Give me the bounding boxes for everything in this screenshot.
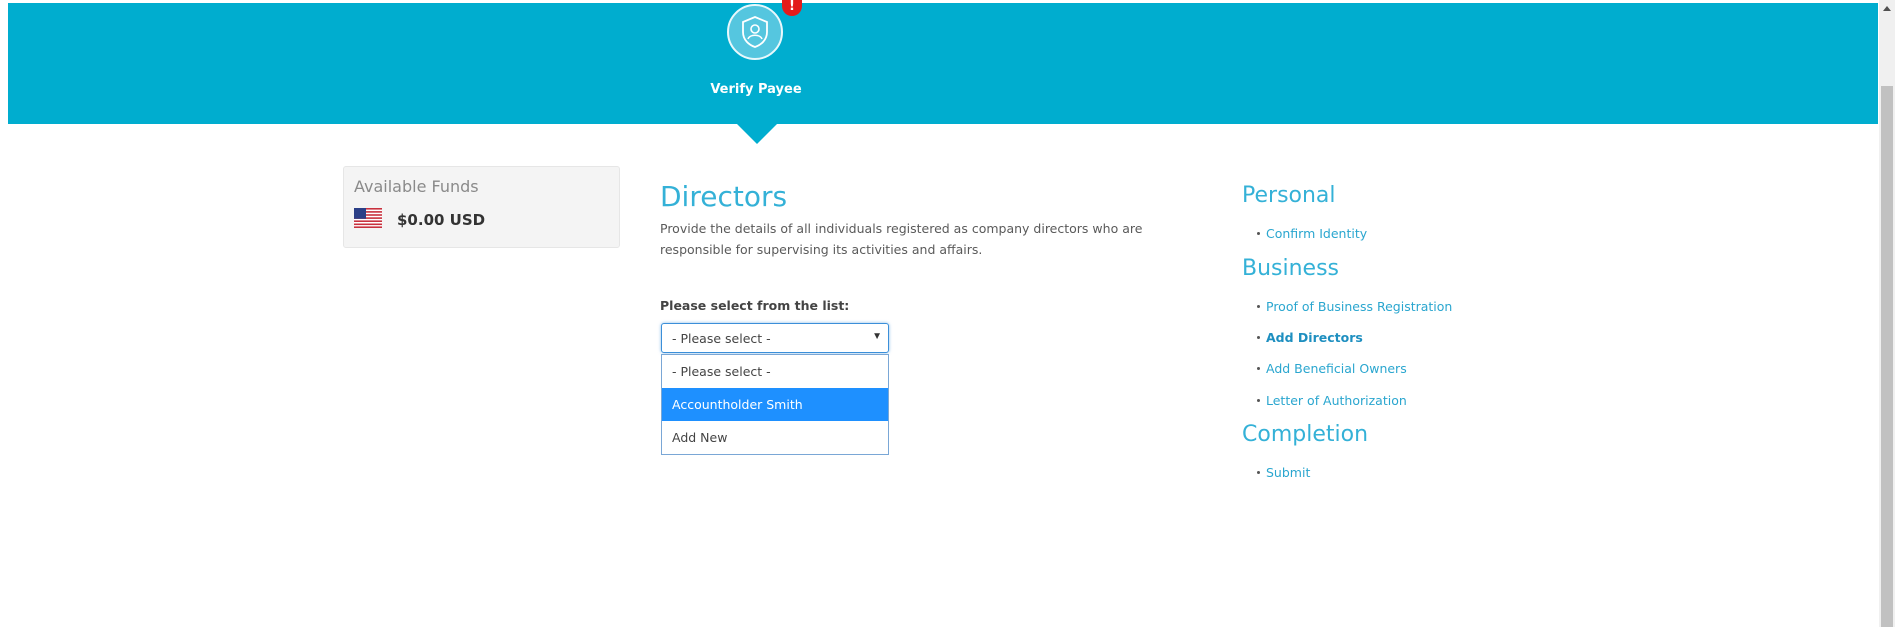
chevron-down-icon: ▼ <box>872 331 882 342</box>
section-title-personal: Personal <box>1242 183 1336 208</box>
select-current-value: - Please select - <box>672 331 771 346</box>
section-title-business: Business <box>1242 256 1340 281</box>
us-flag-icon <box>354 208 382 228</box>
dropdown-option-placeholder[interactable]: - Please select - <box>662 355 888 388</box>
section-title-completion: Completion <box>1242 422 1369 447</box>
nav-link-submit[interactable]: Submit <box>1266 465 1310 480</box>
banner-pointer <box>737 124 777 144</box>
bullet <box>1257 399 1260 402</box>
page-description: Provide the details of all individuals r… <box>660 221 1143 257</box>
nav-link-confirm-identity[interactable]: Confirm Identity <box>1266 226 1367 241</box>
funds-title: Available Funds <box>354 177 479 196</box>
bullet <box>1257 305 1260 308</box>
available-funds-card: Available Funds $0.00 USD <box>343 166 620 248</box>
shield-user-icon <box>742 16 768 48</box>
vertical-scrollbar[interactable] <box>1879 0 1895 627</box>
select-label: Please select from the list: <box>660 298 850 313</box>
bullet <box>1257 367 1260 370</box>
step-label: Verify Payee <box>710 82 802 97</box>
nav-link-proof-of-business-registration[interactable]: Proof of Business Registration <box>1266 299 1452 314</box>
nav-link-letter-of-authorization[interactable]: Letter of Authorization <box>1266 393 1407 408</box>
funds-amount: $0.00 USD <box>397 211 486 229</box>
dropdown-option-accountholder-smith[interactable]: Accountholder Smith <box>662 388 888 421</box>
bullet <box>1257 471 1260 474</box>
scrollbar-thumb[interactable] <box>1881 86 1893 627</box>
nav-link-add-directors[interactable]: Add Directors <box>1266 330 1363 345</box>
header-banner <box>8 3 1878 124</box>
director-dropdown-list: - Please select - Accountholder Smith Ad… <box>661 354 889 455</box>
verify-payee-step[interactable] <box>727 4 783 60</box>
nav-link-add-beneficial-owners[interactable]: Add Beneficial Owners <box>1266 361 1407 376</box>
dropdown-option-add-new[interactable]: Add New <box>662 421 888 454</box>
scroll-up-arrow-icon[interactable] <box>1883 6 1891 11</box>
bullet <box>1257 336 1260 339</box>
director-select[interactable]: - Please select - ▼ <box>661 323 889 353</box>
bullet <box>1257 232 1260 235</box>
page-title: Directors <box>660 180 788 213</box>
